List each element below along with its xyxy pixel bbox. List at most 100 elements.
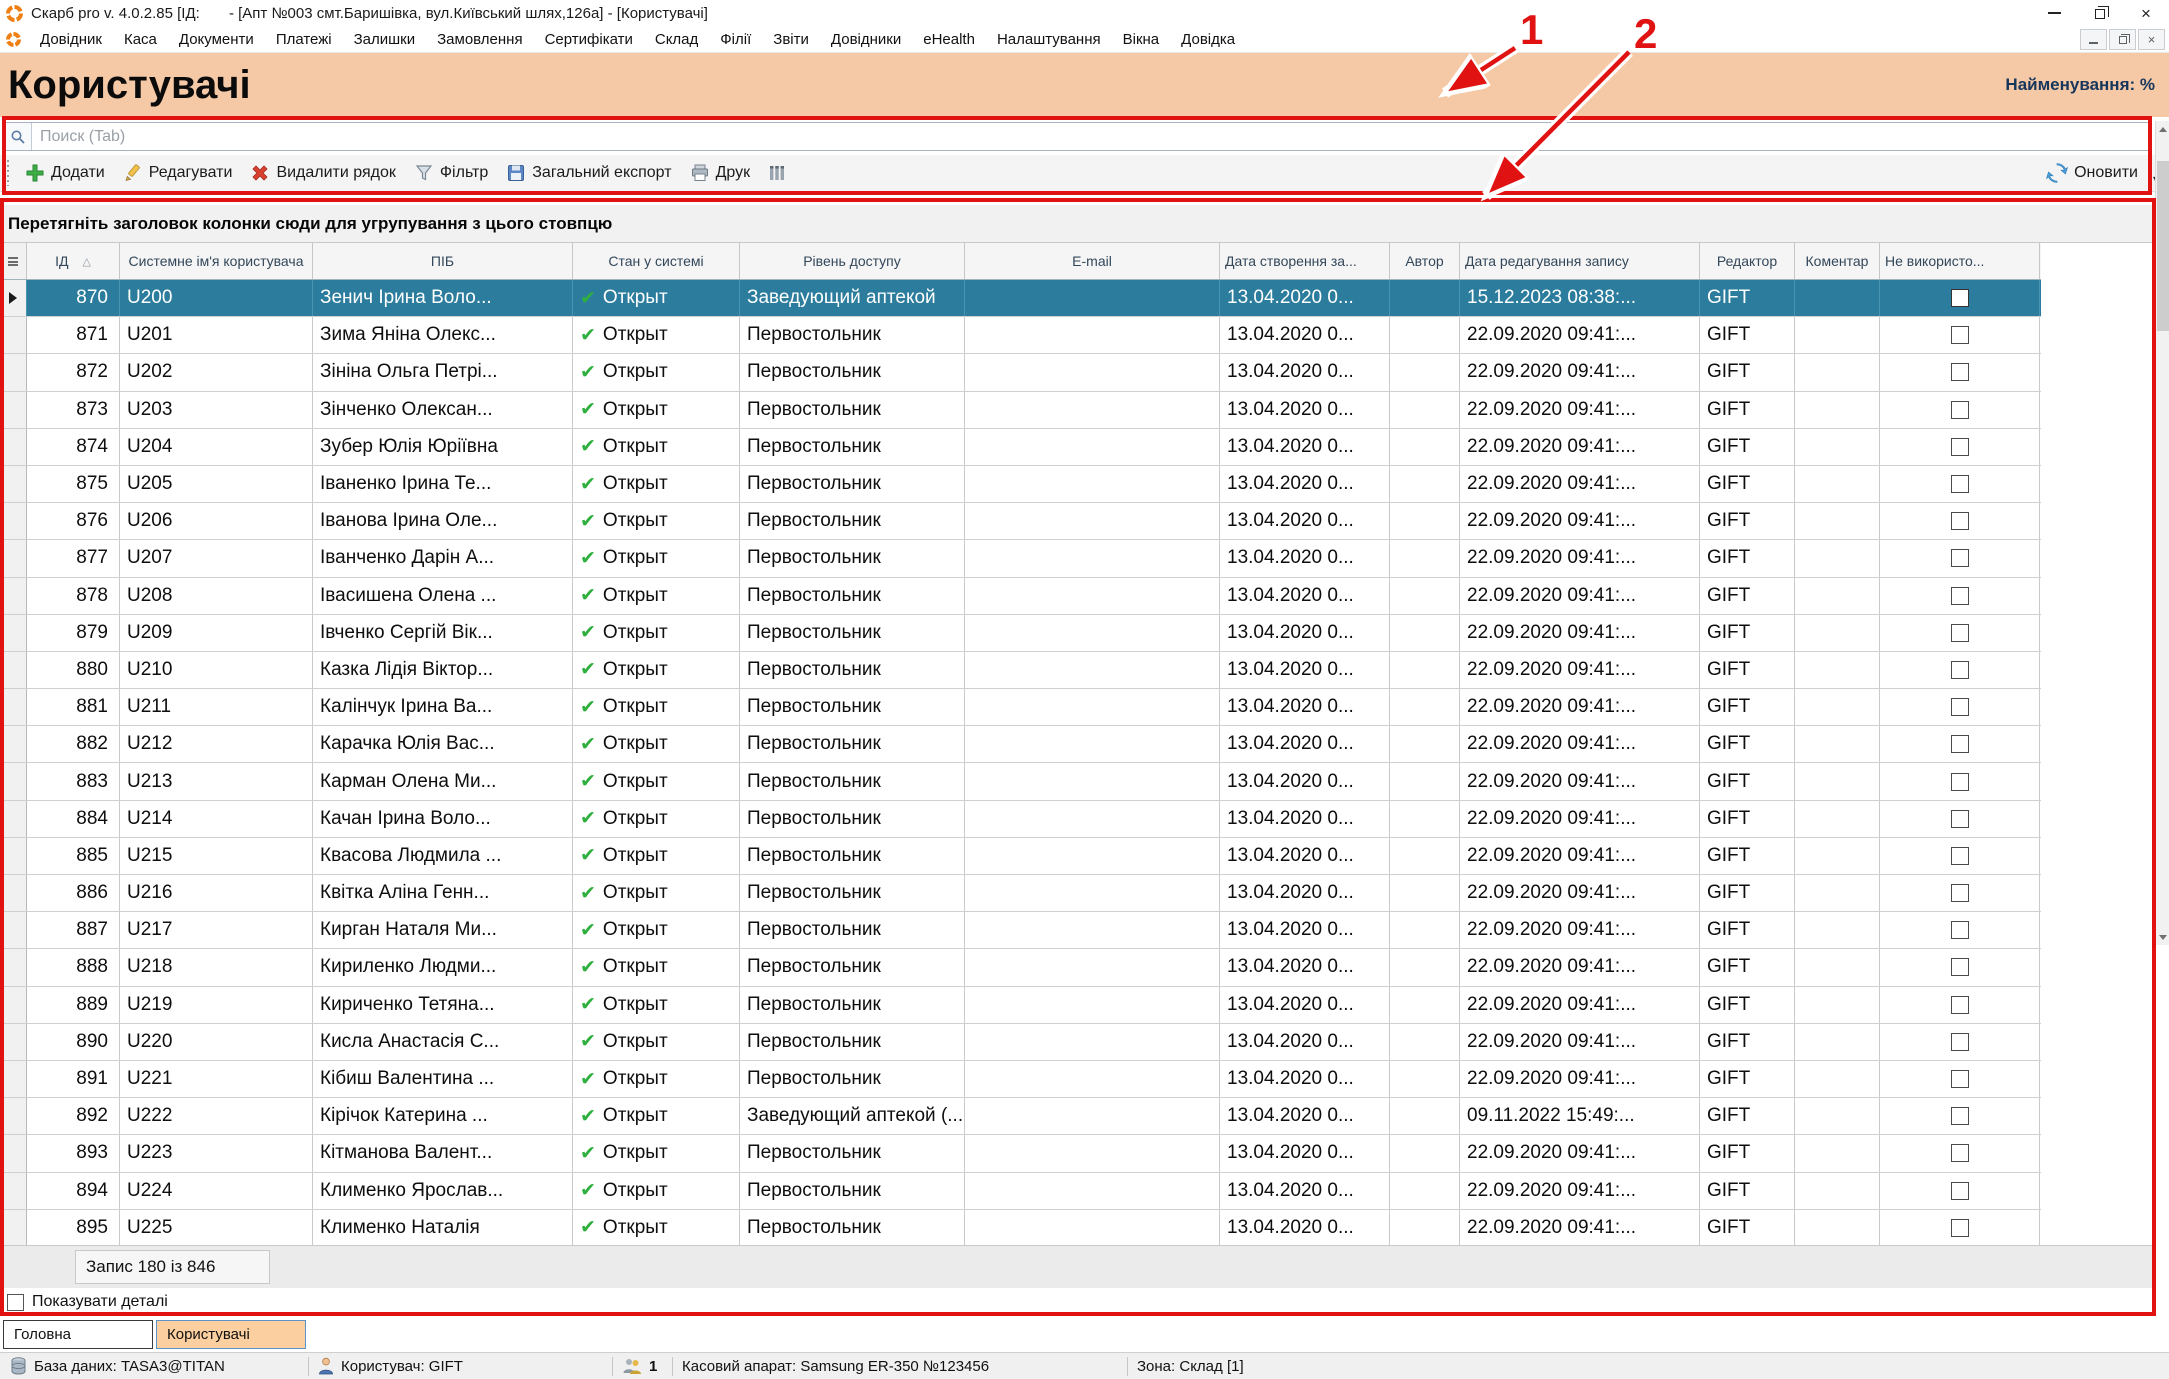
cell-author[interactable] — [1390, 726, 1460, 762]
cell-created[interactable]: 13.04.2020 0... — [1220, 540, 1390, 576]
table-row[interactable]: 876U206Іванова Ірина Оле...✔ОткрытПервос… — [0, 503, 2041, 540]
cell-email[interactable] — [965, 652, 1220, 688]
menu-item-філії[interactable]: Філії — [709, 31, 762, 48]
cell-created[interactable]: 13.04.2020 0... — [1220, 615, 1390, 651]
cell-comment[interactable] — [1795, 987, 1880, 1023]
cell-unused[interactable] — [1880, 987, 2040, 1023]
cell-sysname[interactable]: U210 — [120, 652, 313, 688]
cell-name[interactable]: Іванченко Дарін А... — [313, 540, 573, 576]
cell-id[interactable]: 884 — [27, 801, 120, 837]
cell-editor[interactable]: GIFT — [1700, 689, 1795, 725]
cell-sysname[interactable]: U211 — [120, 689, 313, 725]
cell-id[interactable]: 873 — [27, 392, 120, 428]
cell-name[interactable]: Кірічок Катерина ... — [313, 1098, 573, 1134]
cell-comment[interactable] — [1795, 1210, 1880, 1245]
cell-name[interactable]: Качан Ірина Воло... — [313, 801, 573, 837]
export-button[interactable]: Загальний експорт — [497, 158, 680, 188]
cell-access[interactable]: Первостольник — [740, 429, 965, 465]
table-row[interactable]: 882U212Карачка Юлія Вас...✔ОткрытПервост… — [0, 726, 2041, 763]
cell-unused[interactable] — [1880, 317, 2040, 353]
cell-unused[interactable] — [1880, 466, 2040, 502]
cell-unused[interactable] — [1880, 503, 2040, 539]
unused-checkbox[interactable] — [1951, 1070, 1969, 1088]
menu-item-замовлення[interactable]: Замовлення — [426, 31, 533, 48]
cell-state[interactable]: ✔Открыт — [573, 615, 740, 651]
column-header-created[interactable]: Дата створення за... — [1220, 243, 1390, 279]
cell-name[interactable]: Казка Лідія Віктор... — [313, 652, 573, 688]
cell-editor[interactable]: GIFT — [1700, 763, 1795, 799]
cell-sysname[interactable]: U202 — [120, 354, 313, 390]
cell-email[interactable] — [965, 1061, 1220, 1097]
cell-access[interactable]: Первостольник — [740, 540, 965, 576]
cell-sysname[interactable]: U220 — [120, 1024, 313, 1060]
cell-sysname[interactable]: U204 — [120, 429, 313, 465]
cell-unused[interactable] — [1880, 949, 2040, 985]
cell-state[interactable]: ✔Открыт — [573, 726, 740, 762]
cell-email[interactable] — [965, 763, 1220, 799]
cell-id[interactable]: 893 — [27, 1135, 120, 1171]
cell-id[interactable]: 871 — [27, 317, 120, 353]
cell-name[interactable]: Івасишена Олена ... — [313, 578, 573, 614]
cell-email[interactable] — [965, 540, 1220, 576]
cell-id[interactable]: 890 — [27, 1024, 120, 1060]
cell-sysname[interactable]: U200 — [120, 280, 313, 316]
menu-item-каса[interactable]: Каса — [113, 31, 168, 48]
show-details-checkbox[interactable] — [7, 1294, 24, 1311]
menu-item-сертифікати[interactable]: Сертифікати — [534, 31, 644, 48]
cell-edited[interactable]: 22.09.2020 09:41:... — [1460, 801, 1700, 837]
cell-editor[interactable]: GIFT — [1700, 652, 1795, 688]
cell-sysname[interactable]: U221 — [120, 1061, 313, 1097]
cell-id[interactable]: 878 — [27, 578, 120, 614]
cell-edited[interactable]: 22.09.2020 09:41:... — [1460, 1024, 1700, 1060]
cell-created[interactable]: 13.04.2020 0... — [1220, 949, 1390, 985]
cell-author[interactable] — [1390, 838, 1460, 874]
cell-sysname[interactable]: U218 — [120, 949, 313, 985]
cell-id[interactable]: 870 — [27, 280, 120, 316]
unused-checkbox[interactable] — [1951, 996, 1969, 1014]
cell-edited[interactable]: 22.09.2020 09:41:... — [1460, 949, 1700, 985]
cell-access[interactable]: Первостольник — [740, 838, 965, 874]
cell-editor[interactable]: GIFT — [1700, 578, 1795, 614]
column-header-author[interactable]: Автор — [1390, 243, 1460, 279]
mdi-close-button[interactable]: × — [2138, 29, 2165, 50]
cell-id[interactable]: 887 — [27, 912, 120, 948]
cell-name[interactable]: Карачка Юлія Вас... — [313, 726, 573, 762]
unused-checkbox[interactable] — [1951, 289, 1969, 307]
cell-id[interactable]: 880 — [27, 652, 120, 688]
cell-author[interactable] — [1390, 1061, 1460, 1097]
cell-edited[interactable]: 22.09.2020 09:41:... — [1460, 875, 1700, 911]
cell-edited[interactable]: 22.09.2020 09:41:... — [1460, 652, 1700, 688]
cell-author[interactable] — [1390, 317, 1460, 353]
cell-access[interactable]: Первостольник — [740, 615, 965, 651]
cell-comment[interactable] — [1795, 763, 1880, 799]
cell-author[interactable] — [1390, 949, 1460, 985]
cell-unused[interactable] — [1880, 354, 2040, 390]
cell-access[interactable]: Первостольник — [740, 1210, 965, 1245]
cell-unused[interactable] — [1880, 875, 2040, 911]
cell-created[interactable]: 13.04.2020 0... — [1220, 987, 1390, 1023]
cell-author[interactable] — [1390, 801, 1460, 837]
cell-unused[interactable] — [1880, 392, 2040, 428]
menu-item-довідка[interactable]: Довідка — [1170, 31, 1246, 48]
column-header-state[interactable]: Стан у системі — [573, 243, 740, 279]
cell-comment[interactable] — [1795, 689, 1880, 725]
cell-unused[interactable] — [1880, 280, 2040, 316]
close-button[interactable]: × — [2123, 0, 2169, 26]
cell-unused[interactable] — [1880, 615, 2040, 651]
cell-name[interactable]: Клименко Наталія — [313, 1210, 573, 1245]
cell-edited[interactable]: 22.09.2020 09:41:... — [1460, 726, 1700, 762]
cell-email[interactable] — [965, 615, 1220, 651]
cell-sysname[interactable]: U215 — [120, 838, 313, 874]
cell-editor[interactable]: GIFT — [1700, 912, 1795, 948]
cell-email[interactable] — [965, 726, 1220, 762]
cell-comment[interactable] — [1795, 838, 1880, 874]
cell-name[interactable]: Кириченко Тетяна... — [313, 987, 573, 1023]
cell-editor[interactable]: GIFT — [1700, 838, 1795, 874]
table-row[interactable]: 872U202Зініна Ольга Петрі...✔ОткрытПерво… — [0, 354, 2041, 391]
cell-created[interactable]: 13.04.2020 0... — [1220, 578, 1390, 614]
cell-name[interactable]: Кисла Анастасія С... — [313, 1024, 573, 1060]
cell-editor[interactable]: GIFT — [1700, 1061, 1795, 1097]
cell-comment[interactable] — [1795, 317, 1880, 353]
cell-edited[interactable]: 22.09.2020 09:41:... — [1460, 838, 1700, 874]
table-row[interactable]: 891U221Кібиш Валентина ...✔ОткрытПервост… — [0, 1061, 2041, 1098]
